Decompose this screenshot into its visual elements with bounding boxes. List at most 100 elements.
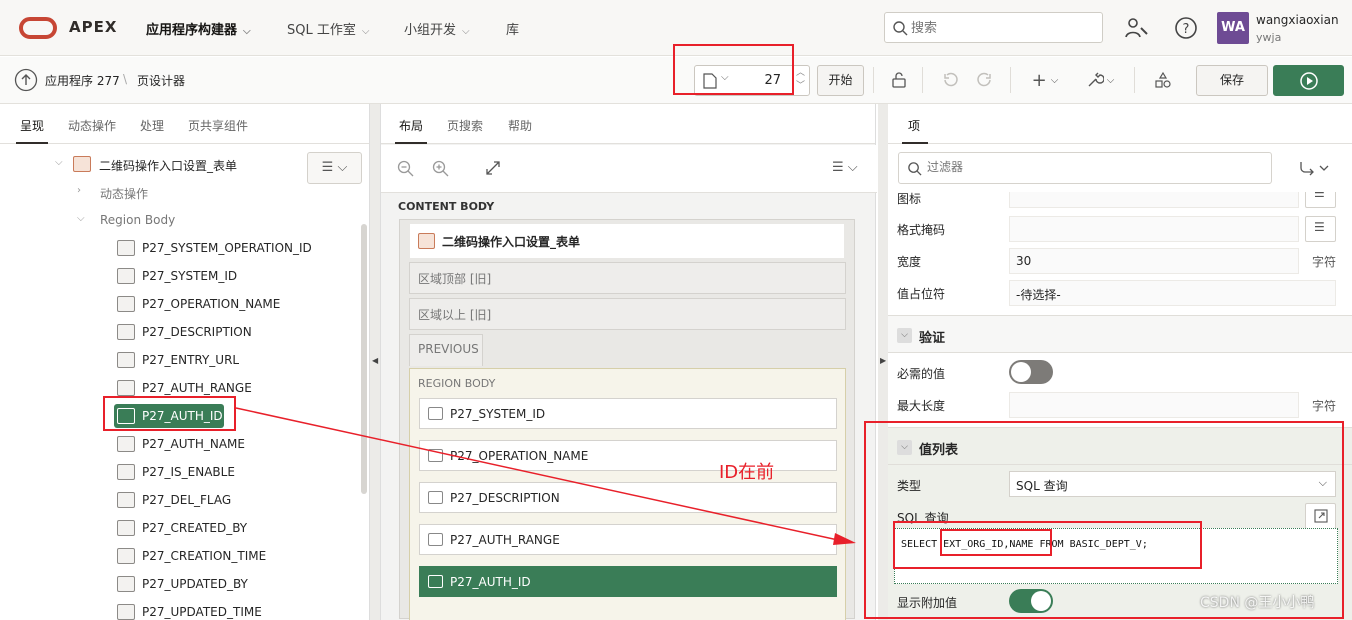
tree-item[interactable]: P27_AUTH_RANGE bbox=[0, 374, 360, 402]
chevron-down-icon: ⌵ bbox=[1318, 476, 1327, 489]
active-tab-indicator bbox=[16, 142, 48, 144]
help-icon[interactable]: ? bbox=[1174, 16, 1198, 40]
up-arrow-icon[interactable] bbox=[14, 68, 38, 92]
property-filter[interactable] bbox=[898, 152, 1272, 184]
format-mask-input[interactable] bbox=[1009, 216, 1299, 242]
tab-item[interactable]: 项 bbox=[908, 117, 920, 134]
left-splitter[interactable]: ◀ bbox=[370, 104, 380, 620]
go-button[interactable]: 开始 bbox=[817, 65, 864, 96]
annotation-text: ID在前 bbox=[719, 462, 775, 483]
tree-dynamic-actions-node[interactable]: › 动态操作 bbox=[0, 178, 360, 206]
layout-item[interactable]: P27_AUTH_ID bbox=[419, 566, 837, 597]
nav-team-development[interactable]: 小组开发 ⌵ bbox=[404, 19, 470, 38]
icon-input[interactable] bbox=[1009, 192, 1299, 208]
width-unit: 字符 bbox=[1312, 255, 1337, 269]
tab-rendering[interactable]: 呈现 bbox=[20, 117, 44, 134]
collapse-right-icon[interactable]: ▶ bbox=[880, 356, 886, 365]
tree-item[interactable]: P27_DEL_FLAG bbox=[0, 486, 360, 514]
list-icon[interactable]: ☰ bbox=[1305, 192, 1336, 208]
tab-processing[interactable]: 处理 bbox=[140, 117, 164, 134]
tree-item[interactable]: P27_UPDATED_TIME bbox=[0, 598, 360, 620]
tree-dynamic-actions-label: 动态操作 bbox=[100, 187, 149, 201]
oracle-logo-icon[interactable] bbox=[19, 17, 57, 39]
administration-icon[interactable] bbox=[1124, 16, 1150, 40]
tree-item[interactable]: P27_DESCRIPTION bbox=[0, 318, 360, 346]
slot-above-region[interactable]: 区域以上 [旧] bbox=[409, 298, 846, 330]
page-selector[interactable]: ⌵ 27 ︿ ﹀ bbox=[694, 65, 810, 96]
zoom-out-icon[interactable] bbox=[397, 160, 415, 178]
lov-type-label: 类型 bbox=[897, 479, 922, 493]
layout-region[interactable]: 二维码操作入口设置_表单 区域顶部 [旧] 区域以上 [旧] PREVIOUS … bbox=[399, 219, 855, 620]
layout-item[interactable]: P27_DESCRIPTION bbox=[419, 482, 837, 513]
tab-page-search[interactable]: 页搜索 bbox=[447, 117, 483, 134]
required-toggle[interactable] bbox=[1009, 360, 1053, 384]
placeholder-input[interactable]: -待选择- bbox=[1009, 280, 1336, 306]
nav-gallery[interactable]: 库 bbox=[506, 19, 519, 38]
lock-icon[interactable] bbox=[884, 65, 914, 95]
zoom-in-icon[interactable] bbox=[432, 160, 450, 178]
section-validation[interactable]: ⌵ 验证 bbox=[888, 315, 1352, 353]
nav-sql-workshop[interactable]: SQL 工作室 ⌵ bbox=[287, 19, 369, 38]
create-plus-icon[interactable]: + ⌵ bbox=[1026, 65, 1064, 95]
tree-item[interactable]: P27_CREATION_TIME bbox=[0, 542, 360, 570]
slot-region-header[interactable]: 区域顶部 [旧] bbox=[409, 262, 846, 294]
display-extra-toggle[interactable] bbox=[1009, 589, 1053, 613]
apex-brand[interactable]: APEX bbox=[69, 18, 117, 36]
layout-item[interactable]: P27_SYSTEM_ID bbox=[419, 398, 837, 429]
page-stepper-icon[interactable]: ︿ ﹀ bbox=[796, 67, 805, 93]
tree-item[interactable]: P27_AUTH_NAME bbox=[0, 430, 360, 458]
run-page-button[interactable] bbox=[1273, 65, 1344, 96]
right-splitter[interactable]: ▶ bbox=[878, 104, 888, 620]
layout-panel: 布局 页搜索 帮助 ☰ ⌵ CONTENT BODY 二维码操作入口设置_表单 … bbox=[380, 104, 877, 620]
tree-item[interactable]: P27_SYSTEM_OPERATION_ID bbox=[0, 234, 360, 262]
tree-region-node[interactable]: ⌵ 二维码操作入口设置_表单 bbox=[0, 150, 360, 178]
left-scrollbar[interactable] bbox=[361, 224, 367, 494]
tree-region-body-node[interactable]: ⌵ Region Body bbox=[0, 206, 360, 234]
breadcrumb-application[interactable]: 应用程序 277 bbox=[45, 72, 120, 89]
width-input[interactable]: 30 bbox=[1009, 248, 1299, 274]
slot-previous[interactable]: PREVIOUS bbox=[409, 334, 483, 366]
shared-components-icon[interactable] bbox=[1148, 65, 1178, 95]
chevron-down-icon: ⌵ bbox=[462, 26, 470, 37]
tree-item[interactable]: P27_CREATED_BY bbox=[0, 514, 360, 542]
section-list-of-values[interactable]: ⌵ 值列表 bbox=[888, 427, 1352, 465]
tree-item[interactable]: P27_IS_ENABLE bbox=[0, 458, 360, 486]
global-search[interactable] bbox=[884, 12, 1103, 43]
tab-page-shared-components[interactable]: 页共享组件 bbox=[188, 117, 248, 134]
page-number-input[interactable]: 27 bbox=[764, 73, 781, 88]
layout-menu-icon[interactable]: ☰ ⌵ bbox=[832, 160, 858, 175]
search-input[interactable] bbox=[911, 18, 1091, 38]
tree-item[interactable]: P27_AUTH_ID bbox=[0, 402, 360, 430]
tab-help[interactable]: 帮助 bbox=[508, 117, 532, 134]
sql-query-editor[interactable]: SELECT EXT_ORG_ID,NAME FROM BASIC_DEPT_V… bbox=[894, 528, 1338, 584]
user-avatar[interactable]: WA bbox=[1217, 12, 1249, 44]
tree-item[interactable]: P27_OPERATION_NAME bbox=[0, 290, 360, 318]
layout-item[interactable]: P27_AUTH_RANGE bbox=[419, 524, 837, 555]
tree-item[interactable]: P27_ENTRY_URL bbox=[0, 346, 360, 374]
max-length-input[interactable] bbox=[1009, 392, 1299, 418]
list-icon[interactable]: ☰ bbox=[1305, 216, 1336, 242]
open-code-editor-icon[interactable] bbox=[1305, 503, 1336, 529]
expand-icon[interactable] bbox=[485, 160, 501, 176]
tab-layout[interactable]: 布局 bbox=[399, 117, 423, 134]
go-to-group-icon[interactable] bbox=[1298, 160, 1330, 176]
chevron-down-icon: ⌵ bbox=[721, 72, 729, 83]
user-name[interactable]: wangxiaoxian bbox=[1256, 13, 1339, 27]
rendering-panel: 呈现 动态操作 处理 页共享组件 ⌵ 二维码操作入口设置_表单 ☰ ⌵ › 动态… bbox=[0, 104, 370, 620]
property-filter-input[interactable] bbox=[927, 160, 1227, 174]
tree-item[interactable]: P27_SYSTEM_ID bbox=[0, 262, 360, 290]
layout-region-title[interactable]: 二维码操作入口设置_表单 bbox=[410, 224, 844, 258]
tab-dynamic-actions[interactable]: 动态操作 bbox=[68, 117, 116, 134]
section-validation-title: 验证 bbox=[919, 331, 946, 346]
redo-icon[interactable] bbox=[970, 65, 1000, 95]
tree-item[interactable]: P27_UPDATED_BY bbox=[0, 570, 360, 598]
utilities-wrench-icon[interactable]: ⌵ bbox=[1080, 65, 1120, 95]
save-button[interactable]: 保存 bbox=[1196, 65, 1268, 96]
tree-item-label: P27_CREATED_BY bbox=[142, 521, 248, 535]
nav-app-builder[interactable]: 应用程序构建器 ⌵ bbox=[146, 19, 251, 38]
collapse-left-icon[interactable]: ◀ bbox=[372, 356, 378, 365]
lov-type-select[interactable]: SQL 查询 ⌵ bbox=[1009, 471, 1336, 497]
region-body-slot[interactable]: REGION BODY P27_SYSTEM_ID P27_OPERATION_N… bbox=[409, 368, 846, 620]
layout-item[interactable]: P27_OPERATION_NAME bbox=[419, 440, 837, 471]
undo-icon[interactable] bbox=[935, 65, 965, 95]
